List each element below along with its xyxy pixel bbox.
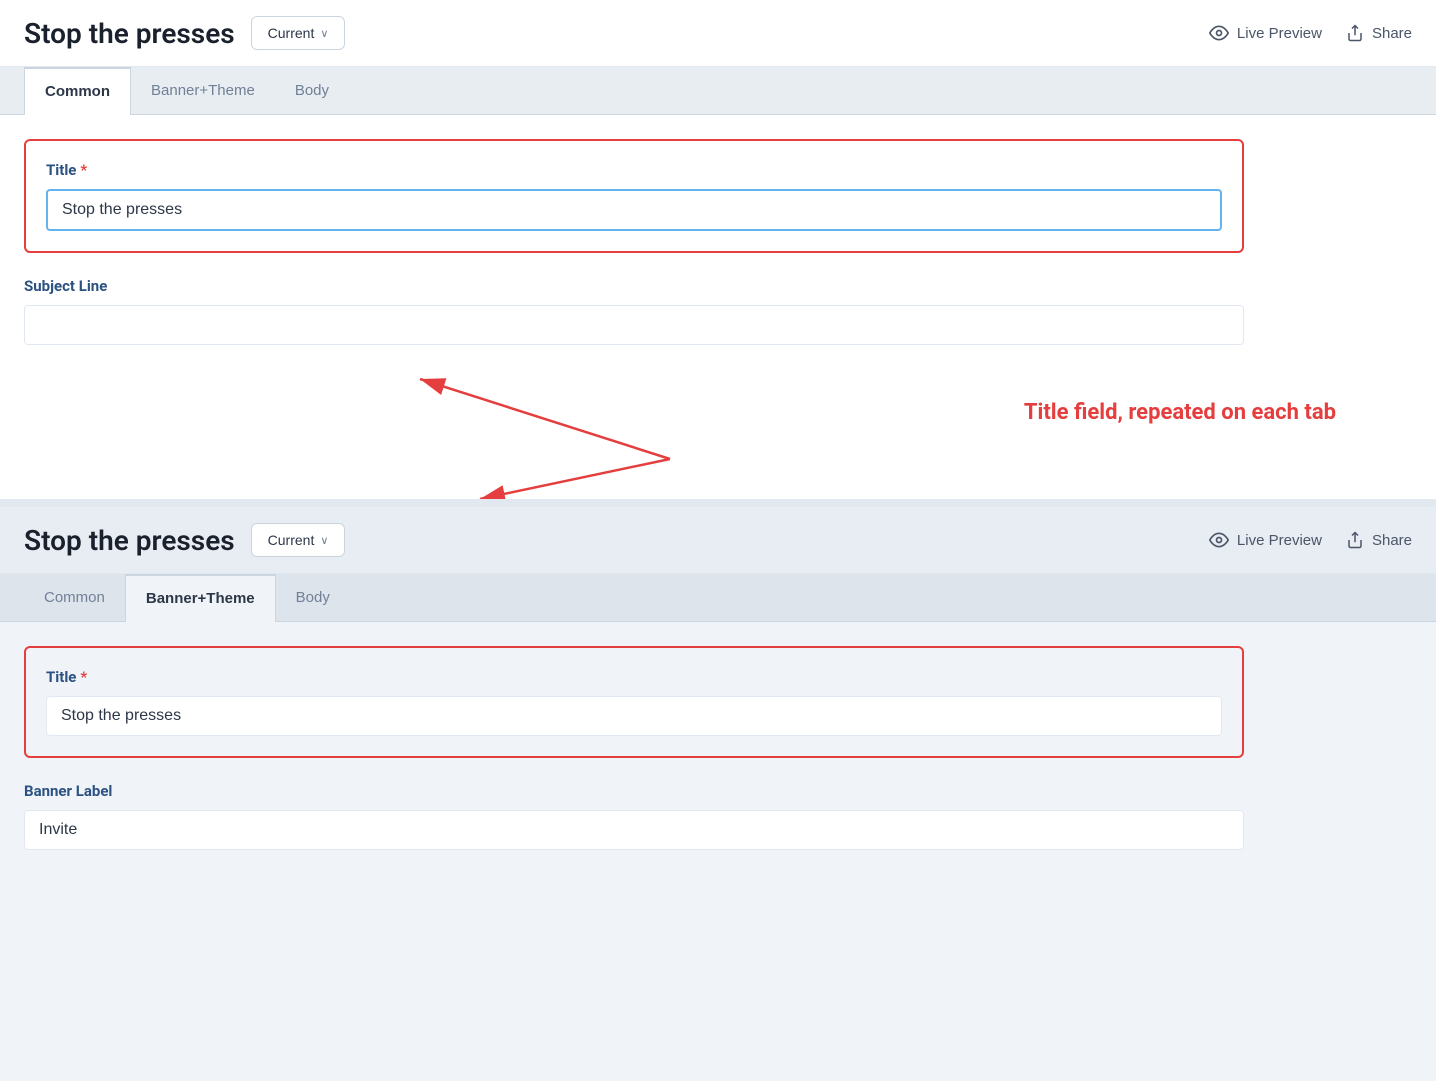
- header-right-actions: Live Preview Share: [1209, 23, 1412, 43]
- panel-1-tab-bar: Common Banner+Theme Body: [0, 67, 1436, 115]
- panel-1-header: Stop the presses Current ∨ Live Preview …: [0, 0, 1436, 67]
- live-preview-label-2: Live Preview: [1237, 532, 1322, 549]
- dropdown-label-2: Current: [268, 532, 315, 548]
- banner-label-section: Banner Label: [24, 782, 1244, 850]
- title-field-group: [46, 189, 1222, 231]
- share-icon: [1346, 24, 1364, 42]
- tab-body-2[interactable]: Body: [276, 574, 350, 621]
- banner-field-group: [24, 810, 1244, 850]
- title-field-label: Title *: [46, 161, 1222, 179]
- tab-body[interactable]: Body: [275, 67, 349, 114]
- chevron-down-icon: ∨: [320, 27, 328, 40]
- annotation-area: Title field, repeated on each tab: [0, 369, 1436, 499]
- subject-line-label: Subject Line: [24, 277, 1244, 295]
- share-label: Share: [1372, 25, 1412, 42]
- title-field-group-2: [46, 696, 1222, 736]
- page-title-2: Stop the presses: [24, 524, 235, 557]
- live-preview-label: Live Preview: [1237, 25, 1322, 42]
- panel-divider: [0, 499, 1436, 507]
- tab-banner-theme-2[interactable]: Banner+Theme: [125, 574, 276, 622]
- share-button-2[interactable]: Share: [1346, 531, 1412, 549]
- title-form-section: Title *: [24, 139, 1244, 253]
- current-dropdown-2[interactable]: Current ∨: [251, 523, 346, 557]
- eye-icon: [1209, 23, 1229, 43]
- title-field-label-2: Title *: [46, 668, 1222, 686]
- subject-field-group: [24, 305, 1244, 345]
- header-right-actions-2: Live Preview Share: [1209, 530, 1412, 550]
- tab-common-2[interactable]: Common: [24, 574, 125, 621]
- panel-1: Stop the presses Current ∨ Live Preview …: [0, 0, 1436, 369]
- annotation-text: Title field, repeated on each tab: [1024, 399, 1336, 428]
- live-preview-button-2[interactable]: Live Preview: [1209, 530, 1322, 550]
- dropdown-label: Current: [268, 25, 315, 41]
- subject-line-section: Subject Line: [24, 277, 1244, 345]
- tab-banner-theme[interactable]: Banner+Theme: [131, 67, 275, 114]
- eye-icon-2: [1209, 530, 1229, 550]
- required-indicator-2: *: [80, 668, 87, 686]
- tab-common[interactable]: Common: [24, 67, 131, 115]
- chevron-down-icon-2: ∨: [320, 534, 328, 547]
- panel-2-body: Title * Banner Label: [0, 622, 1436, 874]
- share-label-2: Share: [1372, 532, 1412, 549]
- subject-line-input[interactable]: [24, 305, 1244, 345]
- panel-2-header: Stop the presses Current ∨ Live Preview …: [0, 507, 1436, 574]
- share-button[interactable]: Share: [1346, 24, 1412, 42]
- panel-1-main-content: Title * Subject Line: [24, 139, 1244, 345]
- page-title: Stop the presses: [24, 17, 235, 50]
- panel-1-body: Title * Subject Line: [0, 115, 1436, 369]
- required-indicator: *: [80, 161, 87, 179]
- panel-2-tab-bar: Common Banner+Theme Body: [0, 574, 1436, 622]
- title-input-2[interactable]: [46, 696, 1222, 736]
- current-dropdown[interactable]: Current ∨: [251, 16, 346, 50]
- share-icon-2: [1346, 531, 1364, 549]
- title-form-section-2: Title *: [24, 646, 1244, 758]
- banner-label-label: Banner Label: [24, 782, 1244, 800]
- title-input[interactable]: [46, 189, 1222, 231]
- live-preview-button[interactable]: Live Preview: [1209, 23, 1322, 43]
- panel-2-main-content: Title * Banner Label: [24, 646, 1244, 850]
- banner-label-input[interactable]: [24, 810, 1244, 850]
- panel-2: Stop the presses Current ∨ Live Preview …: [0, 507, 1436, 874]
- annotation-arrows: [0, 369, 1436, 499]
